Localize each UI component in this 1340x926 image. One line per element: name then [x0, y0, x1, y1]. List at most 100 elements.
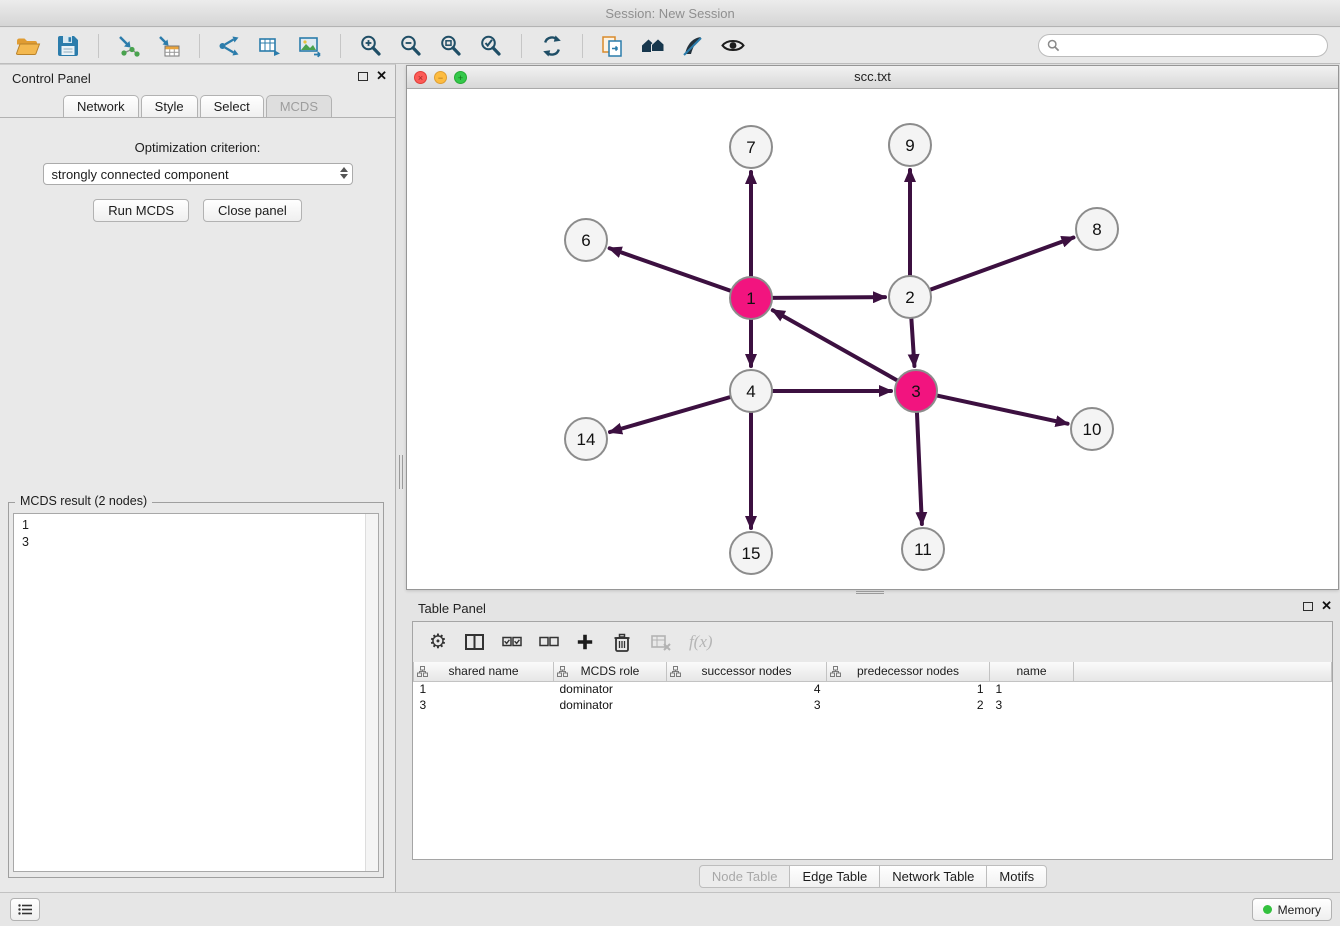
- column-header-shared-name[interactable]: shared name: [414, 662, 554, 681]
- show-hide-button[interactable]: [717, 31, 749, 61]
- graph-node-11[interactable]: 11: [902, 528, 944, 570]
- zoom-in-icon: [358, 33, 384, 59]
- export-image-button[interactable]: [294, 31, 326, 61]
- search-box[interactable]: [1038, 34, 1328, 57]
- show-columns-button[interactable]: [464, 628, 485, 656]
- graph-edge-3-1[interactable]: [773, 310, 898, 380]
- tab-motifs[interactable]: Motifs: [986, 865, 1047, 888]
- graph-node-10[interactable]: 10: [1071, 408, 1113, 450]
- graph-edge-4-14[interactable]: [610, 397, 731, 432]
- zoom-in-button[interactable]: [355, 31, 387, 61]
- column-label: name: [1016, 664, 1046, 678]
- graph-node-4[interactable]: 4: [730, 370, 772, 412]
- cell-name[interactable]: 3: [990, 697, 1074, 713]
- close-panel-icon[interactable]: [376, 71, 387, 81]
- save-session-button[interactable]: [52, 31, 84, 61]
- graph-edge-1-2[interactable]: [772, 297, 885, 298]
- run-mcds-button[interactable]: Run MCDS: [93, 199, 189, 222]
- graph-node-3[interactable]: 3: [895, 370, 937, 412]
- window-zoom-icon[interactable]: +: [454, 71, 467, 84]
- delete-column-button[interactable]: [611, 628, 633, 656]
- close-panel-button[interactable]: Close panel: [203, 199, 302, 222]
- graph-node-9[interactable]: 9: [889, 124, 931, 166]
- cell-shared-name[interactable]: 3: [414, 697, 554, 713]
- network-window-titlebar[interactable]: × − + scc.txt: [407, 66, 1338, 89]
- graph-edge-2-8[interactable]: [930, 238, 1074, 290]
- cell-shared-name[interactable]: 1: [414, 681, 554, 697]
- style-painter-button[interactable]: [677, 31, 709, 61]
- column-header-name[interactable]: name: [990, 662, 1074, 681]
- mcds-result-area[interactable]: 1 3: [13, 513, 379, 872]
- new-network-button[interactable]: [214, 31, 246, 61]
- graph-node-6[interactable]: 6: [565, 219, 607, 261]
- table-panel-header: Table Panel: [406, 595, 1340, 621]
- graph-node-2[interactable]: 2: [889, 276, 931, 318]
- function-builder-button[interactable]: f(x): [689, 628, 713, 656]
- import-network-button[interactable]: [113, 31, 145, 61]
- cell-successor-nodes[interactable]: 4: [667, 681, 827, 697]
- import-table-button[interactable]: [153, 31, 185, 61]
- tab-node-table[interactable]: Node Table: [699, 865, 791, 888]
- tab-network-table[interactable]: Network Table: [879, 865, 987, 888]
- graph-edge-2-3[interactable]: [911, 318, 914, 366]
- float-table-panel-icon[interactable]: [1303, 602, 1313, 611]
- tab-style[interactable]: Style: [141, 95, 198, 117]
- window-close-icon[interactable]: ×: [414, 71, 427, 84]
- apply-layout-button[interactable]: [536, 31, 568, 61]
- cell-predecessor-nodes[interactable]: 1: [827, 681, 990, 697]
- graph-node-7[interactable]: 7: [730, 126, 772, 168]
- control-panel-header: Control Panel: [0, 65, 395, 91]
- column-edit-icon: [670, 666, 681, 677]
- network-canvas[interactable]: 7 9 6 8 1 2 4 3 14 10 15 11: [407, 89, 1338, 589]
- graph-node-8[interactable]: 8: [1076, 208, 1118, 250]
- graph-edge-1-6[interactable]: [610, 248, 732, 291]
- column-header-predecessor-nodes[interactable]: predecessor nodes: [827, 662, 990, 681]
- vertical-splitter[interactable]: [397, 455, 405, 489]
- cell-mcds-role[interactable]: dominator: [554, 681, 667, 697]
- show-panel-button[interactable]: [10, 898, 40, 921]
- close-table-panel-icon[interactable]: [1321, 601, 1332, 611]
- svg-text:8: 8: [1092, 220, 1101, 239]
- network-graph[interactable]: 7 9 6 8 1 2 4 3 14 10 15 11: [407, 89, 1338, 589]
- tab-select[interactable]: Select: [200, 95, 264, 117]
- deselect-all-button[interactable]: [539, 628, 559, 656]
- window-minimize-icon[interactable]: −: [434, 71, 447, 84]
- cell-name[interactable]: 1: [990, 681, 1074, 697]
- table-settings-button[interactable]: ⚙: [429, 628, 447, 656]
- tab-edge-table-label: Edge Table: [802, 869, 867, 884]
- clone-network-button[interactable]: [597, 31, 629, 61]
- cell-predecessor-nodes[interactable]: 2: [827, 697, 990, 713]
- column-header-successor-nodes[interactable]: successor nodes: [667, 662, 827, 681]
- delete-table-button[interactable]: [650, 628, 672, 656]
- table-row[interactable]: 3 dominator 3 2 3: [414, 697, 1332, 713]
- zoom-out-button[interactable]: [395, 31, 427, 61]
- network-overview-button[interactable]: [637, 31, 669, 61]
- tab-edge-table[interactable]: Edge Table: [789, 865, 880, 888]
- svg-text:10: 10: [1083, 420, 1102, 439]
- select-all-button[interactable]: [502, 628, 522, 656]
- open-session-button[interactable]: [12, 31, 44, 61]
- search-input[interactable]: [1065, 39, 1319, 53]
- tab-network[interactable]: Network: [63, 95, 139, 117]
- graph-node-15[interactable]: 15: [730, 532, 772, 574]
- table-toolbar: ⚙: [413, 622, 1332, 662]
- column-header-mcds-role[interactable]: MCDS role: [554, 662, 667, 681]
- new-table-button[interactable]: [254, 31, 286, 61]
- tab-mcds[interactable]: MCDS: [266, 95, 332, 117]
- float-panel-icon[interactable]: [358, 72, 368, 81]
- refresh-icon: [539, 33, 565, 59]
- graph-edge-3-11[interactable]: [917, 412, 922, 524]
- table-row[interactable]: 1 dominator 4 1 1: [414, 681, 1332, 697]
- cell-mcds-role[interactable]: dominator: [554, 697, 667, 713]
- zoom-selected-button[interactable]: [475, 31, 507, 61]
- home-icon: [640, 33, 666, 59]
- graph-node-1[interactable]: 1: [730, 277, 772, 319]
- criterion-select[interactable]: strongly connected component: [43, 163, 353, 185]
- cell-successor-nodes[interactable]: 3: [667, 697, 827, 713]
- zoom-fit-button[interactable]: [435, 31, 467, 61]
- graph-node-14[interactable]: 14: [565, 418, 607, 460]
- memory-button[interactable]: Memory: [1252, 898, 1332, 921]
- graph-edge-3-10[interactable]: [937, 395, 1068, 423]
- add-column-button[interactable]: [576, 628, 594, 656]
- result-scrollbar[interactable]: [365, 514, 378, 871]
